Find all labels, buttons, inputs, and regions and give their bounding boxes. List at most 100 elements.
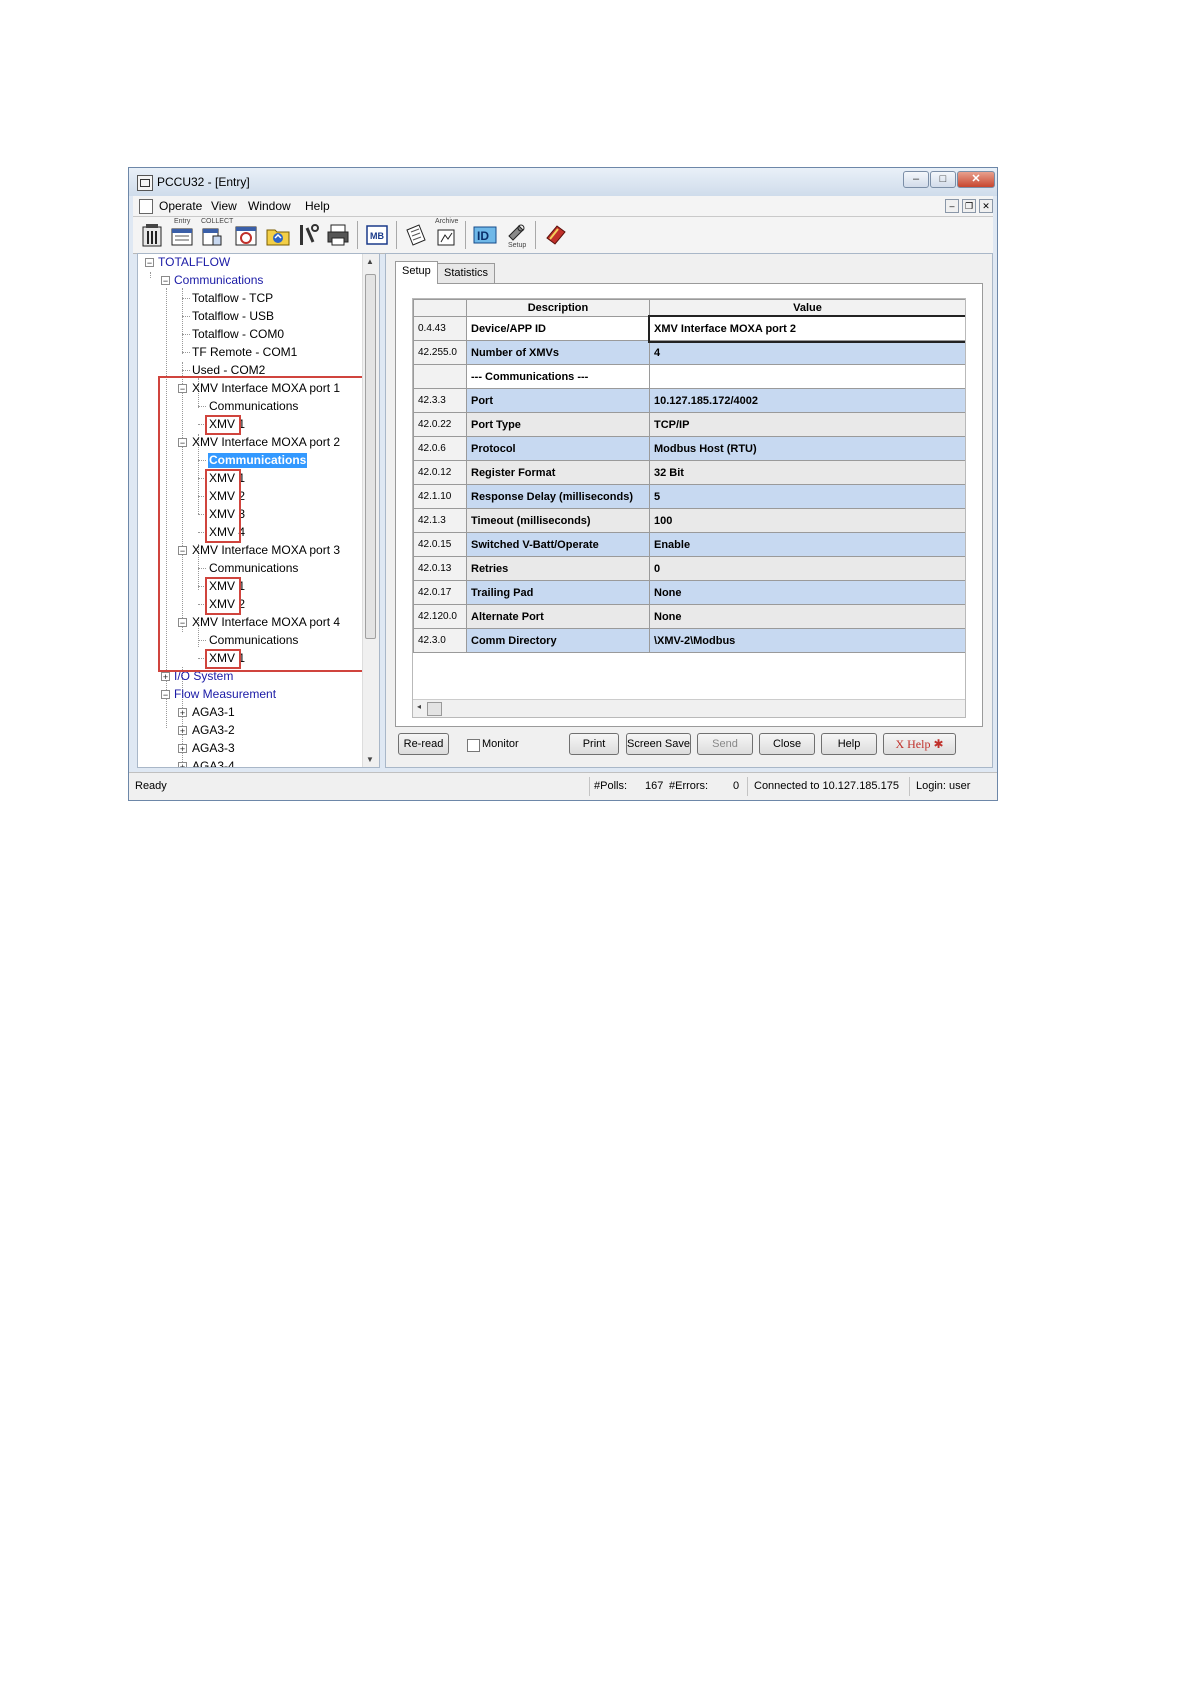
row-value-cell[interactable]: XMV Interface MOXA port 2 [647, 314, 965, 343]
screen-save-button[interactable]: Screen Save [626, 733, 691, 755]
table-row[interactable]: 42.3.3 Port 10.127.185.172/4002 [413, 388, 965, 413]
help-book-icon[interactable] [543, 222, 569, 248]
description-column-header: Description [466, 299, 650, 317]
minimize-button[interactable]: – [903, 171, 929, 188]
table-row[interactable]: 42.3.0 Comm Directory \XMV-2\Modbus [413, 628, 965, 653]
highlight-box-xmv [205, 469, 241, 543]
maximize-button[interactable]: □ [930, 171, 956, 188]
row-value-cell[interactable]: \XMV-2\Modbus [649, 628, 965, 653]
tab-statistics[interactable]: Statistics [437, 263, 496, 283]
menu-view[interactable]: View [211, 199, 237, 213]
expand-toggle[interactable]: + [161, 672, 170, 682]
entry-icon[interactable] [169, 222, 195, 248]
scroll-up-icon[interactable]: ▲ [366, 257, 374, 266]
row-description-cell: Timeout (milliseconds) [466, 508, 650, 533]
navigation-tree[interactable]: − TOTALFLOW − Communications Totalflow -… [137, 253, 380, 768]
help-button[interactable]: Help [821, 733, 877, 755]
table-row[interactable]: 42.0.22 Port Type TCP/IP [413, 412, 965, 437]
scroll-down-icon[interactable]: ▼ [366, 755, 374, 764]
expand-toggle[interactable]: + [178, 762, 187, 767]
row-value-cell[interactable]: Modbus Host (RTU) [649, 436, 965, 461]
collapse-toggle[interactable]: − [161, 276, 170, 286]
row-value-cell[interactable]: 5 [649, 484, 965, 509]
monitor-checkbox[interactable] [467, 739, 480, 752]
title-bar[interactable]: PCCU32 - [Entry] – □ ✕ [129, 168, 997, 196]
expand-toggle[interactable]: + [178, 708, 187, 718]
tree-tf-remote-com1[interactable]: TF Remote - COM1 [192, 345, 297, 360]
send-button[interactable]: Send [697, 733, 753, 755]
tree-aga3-2[interactable]: AGA3-2 [192, 723, 235, 738]
setup-grid[interactable]: Description Value 0.4.43 Device/APP ID XMV… [412, 298, 966, 718]
table-row[interactable]: 42.255.0 Number of XMVs 4 [413, 340, 965, 365]
table-row[interactable]: 42.1.10 Response Delay (milliseconds) 5 [413, 484, 965, 509]
row-value-cell[interactable]: Enable [649, 532, 965, 557]
close-window-button[interactable]: ✕ [957, 171, 995, 188]
row-value-cell[interactable]: 100 [649, 508, 965, 533]
table-row[interactable]: 42.0.12 Register Format 32 Bit [413, 460, 965, 485]
grid-horizontal-scrollbar[interactable]: ◂ [413, 699, 965, 717]
menu-window[interactable]: Window [248, 199, 291, 213]
expand-toggle[interactable]: + [178, 726, 187, 736]
print-button[interactable]: Print [569, 733, 619, 755]
tree-totalflow-usb[interactable]: Totalflow - USB [192, 309, 274, 324]
tree-scrollbar[interactable]: ▲ ▼ [362, 254, 379, 767]
row-description-cell: Retries [466, 556, 650, 581]
mdi-restore-button[interactable]: ❐ [962, 199, 976, 213]
folder-sync-icon[interactable] [265, 222, 291, 248]
tree-flow-measurement[interactable]: Flow Measurement [174, 687, 276, 702]
row-value-cell[interactable]: 0 [649, 556, 965, 581]
calibrate-icon[interactable] [233, 222, 259, 248]
close-button[interactable]: Close [759, 733, 815, 755]
tree-totalflow-com0[interactable]: Totalflow - COM0 [192, 327, 284, 342]
notes-icon[interactable] [403, 222, 429, 248]
xhelp-button[interactable]: X Help ✱ [883, 733, 956, 755]
table-row[interactable]: 42.0.13 Retries 0 [413, 556, 965, 581]
tree-aga3-4[interactable]: AGA3-4 [192, 759, 235, 767]
mdi-close-button[interactable]: ✕ [979, 199, 993, 213]
setup-table: Description Value 0.4.43 Device/APP ID XMV… [413, 299, 965, 653]
row-value-cell[interactable]: 4 [649, 340, 965, 365]
collapse-toggle[interactable]: − [161, 690, 170, 700]
tree-communications[interactable]: Communications [174, 273, 263, 288]
row-value-cell[interactable]: None [649, 604, 965, 629]
table-row[interactable]: 42.0.6 Protocol Modbus Host (RTU) [413, 436, 965, 461]
table-row[interactable]: --- Communications --- [413, 364, 965, 389]
modbus-icon[interactable]: MB [364, 222, 390, 248]
tree-aga3-1[interactable]: AGA3-1 [192, 705, 235, 720]
row-id-cell [413, 364, 467, 389]
row-value-cell[interactable]: TCP/IP [649, 412, 965, 437]
scroll-left-icon[interactable]: ◂ [417, 702, 421, 711]
tree-aga3-3[interactable]: AGA3-3 [192, 741, 235, 756]
table-row[interactable]: 42.120.0 Alternate Port None [413, 604, 965, 629]
value-column-header: Value [649, 299, 965, 317]
table-row[interactable]: 42.0.17 Trailing Pad None [413, 580, 965, 605]
tree-scroll-thumb[interactable] [365, 274, 376, 639]
mdi-minimize-button[interactable]: – [945, 199, 959, 213]
id-icon[interactable]: ID [472, 222, 498, 248]
row-value-cell[interactable]: 10.127.185.172/4002 [649, 388, 965, 413]
row-value-cell[interactable]: None [649, 580, 965, 605]
row-value-cell[interactable] [649, 364, 965, 389]
reread-button[interactable]: Re-read [398, 733, 449, 755]
table-row[interactable]: 0.4.43 Device/APP ID XMV Interface MOXA po… [413, 314, 965, 343]
archive-icon[interactable] [433, 222, 459, 248]
tab-setup[interactable]: Setup [395, 261, 438, 284]
row-id-cell: 42.0.6 [413, 436, 467, 461]
highlight-box-ports [158, 376, 373, 672]
row-value-cell[interactable]: 32 Bit [649, 460, 965, 485]
grid-scroll-thumb[interactable] [427, 702, 442, 716]
entry-pane: Setup Statistics Description Value 0.4.4… [385, 253, 993, 768]
collapse-toggle[interactable]: − [145, 258, 154, 268]
tools-icon[interactable] [295, 222, 321, 248]
collect-icon[interactable] [199, 222, 225, 248]
errors-label: #Errors: [669, 780, 709, 792]
table-row[interactable]: 42.1.3 Timeout (milliseconds) 100 [413, 508, 965, 533]
printer-icon[interactable] [325, 222, 351, 248]
table-row[interactable]: 42.0.15 Switched V-Batt/Operate Enable [413, 532, 965, 557]
tree-root-totalflow[interactable]: TOTALFLOW [158, 255, 230, 270]
meter-icon[interactable] [139, 222, 165, 248]
tree-totalflow-tcp[interactable]: Totalflow - TCP [192, 291, 273, 306]
menu-help[interactable]: Help [305, 199, 330, 213]
menu-operate[interactable]: Operate [159, 199, 202, 213]
expand-toggle[interactable]: + [178, 744, 187, 754]
